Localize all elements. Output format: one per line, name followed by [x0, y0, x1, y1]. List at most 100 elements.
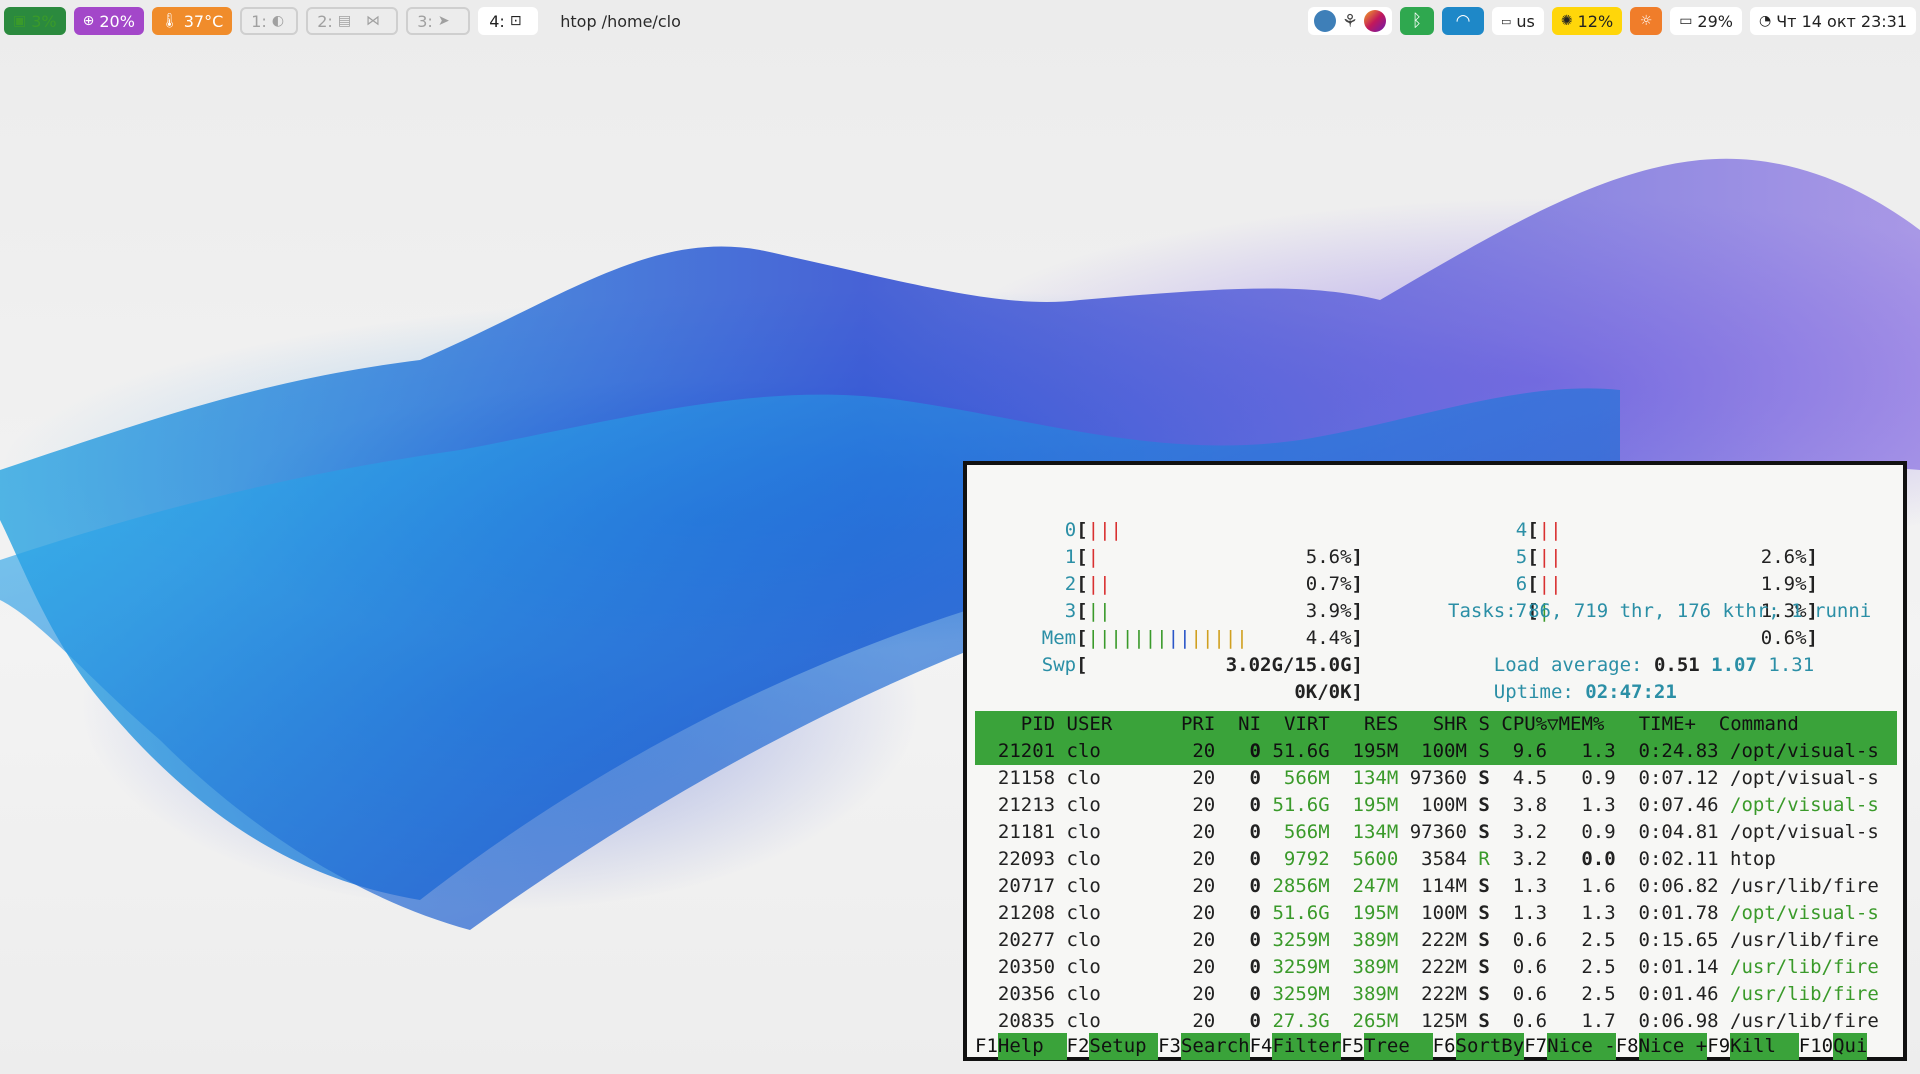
cell-virt: 566M: [1261, 767, 1330, 789]
fkey-label[interactable]: Setup: [1089, 1033, 1159, 1060]
cell-virt: 9792: [1261, 848, 1330, 870]
cpu-icon: ▣: [13, 13, 27, 29]
memory-meter: Mem[|||||||||||||| 3.02G/15.0G]: [1041, 627, 1363, 676]
header-cell: RES: [1341, 713, 1399, 735]
process-row[interactable]: 21208 clo 20 0 51.6G 195M 100M S 1.3 1.3…: [975, 900, 1897, 927]
header-cell: [1330, 713, 1341, 735]
workspace-2-button[interactable]: 2: ▤ ⋈: [306, 7, 399, 35]
cell-pid: 20356: [975, 983, 1056, 1005]
fkey-f2: F2: [1066, 1035, 1090, 1057]
cell-priority: 20: [1169, 740, 1216, 762]
fkey-f9: F9: [1707, 1035, 1731, 1057]
cpu-meter-1: 1[| 0.7%]: [1064, 546, 1363, 595]
cell-nice: 0: [1215, 848, 1261, 870]
keyboard-layout-widget[interactable]: ▭ us: [1492, 7, 1544, 35]
night-light-toggle[interactable]: ☼: [1630, 7, 1663, 35]
swap-meter: Swp[ 0K/0K]: [1041, 654, 1363, 703]
tray-firefox-icon[interactable]: [1364, 10, 1386, 32]
temperature-widget[interactable]: 🌡︎ 37°C: [151, 7, 233, 35]
cell-user: clo: [1055, 875, 1170, 897]
fkey-label[interactable]: Filter: [1272, 1033, 1342, 1060]
wifi-widget[interactable]: ◠: [1442, 7, 1484, 35]
cell-command: /usr/lib/fire: [1718, 1010, 1879, 1032]
clock-widget[interactable]: ◔ Чт 14 окт 23:31: [1749, 7, 1916, 35]
fkey-label[interactable]: Tree: [1364, 1033, 1433, 1060]
cell-virt: 566M: [1261, 821, 1330, 843]
cell-mem-percent: 0.9: [1547, 821, 1616, 843]
uptime-label: Uptime:: [1493, 681, 1574, 703]
fkey-f1: F1: [975, 1035, 998, 1057]
tray-app-icon[interactable]: [1313, 10, 1336, 32]
cell-command: /opt/visual-s: [1718, 767, 1879, 789]
cell-res: 195M: [1329, 902, 1399, 924]
cell-shr: 3584: [1398, 848, 1467, 870]
header-cell: USER: [1066, 713, 1170, 735]
fkey-label[interactable]: Qui: [1833, 1033, 1868, 1060]
battery-widget[interactable]: ▭ 29%: [1670, 7, 1742, 35]
brightness-value: 12%: [1577, 11, 1614, 31]
process-row[interactable]: 20350 clo 20 0 3259M 389M 222M S 0.6 2.5…: [975, 954, 1897, 981]
fkey-label[interactable]: Help: [997, 1033, 1067, 1060]
cell-command: htop: [1718, 848, 1776, 870]
cell-res: 134M: [1329, 767, 1399, 789]
cell-state: S: [1466, 740, 1490, 762]
vscode-icon: ⋈: [366, 13, 381, 29]
top-bar-left: ▣ 3% ⊕ 20% 🌡︎ 37°C 1: ◐ 2: ▤ ⋈ 3: ➤ 4: ⊡…: [4, 0, 681, 42]
cell-cpu-percent: 0.6: [1489, 983, 1548, 1005]
process-row[interactable]: 20717 clo 20 0 2856M 247M 114M S 1.3 1.6…: [975, 873, 1897, 900]
workspace-1-button[interactable]: 1: ◐: [240, 7, 299, 35]
temperature-value: 37°C: [183, 11, 224, 31]
cell-res: 389M: [1329, 929, 1399, 951]
process-row[interactable]: 21201 clo 20 0 51.6G 195M 100M S 9.6 1.3…: [975, 738, 1897, 765]
process-row[interactable]: 21158 clo 20 0 566M 134M 97360 S 4.5 0.9…: [975, 765, 1897, 792]
process-row[interactable]: 20277 clo 20 0 3259M 389M 222M S 0.6 2.5…: [975, 927, 1897, 954]
brightness-widget[interactable]: ✺ 12%: [1551, 7, 1623, 35]
fkey-label[interactable]: SortBy: [1455, 1033, 1525, 1060]
sun-icon: ☼: [1639, 13, 1653, 29]
workspace-1-label: 1:: [251, 11, 267, 31]
fkey-label[interactable]: Kill: [1730, 1033, 1799, 1060]
top-bar: ▣ 3% ⊕ 20% 🌡︎ 37°C 1: ◐ 2: ▤ ⋈ 3: ➤ 4: ⊡…: [0, 0, 1920, 42]
function-key-bar: F1 Help F2 Setup F3 Search F4 Filter F5 Tree F6…: [975, 1033, 1897, 1060]
load-15: 1.31: [1768, 654, 1815, 676]
fkey-label[interactable]: Nice +: [1638, 1033, 1708, 1060]
cell-res: 389M: [1329, 956, 1399, 978]
cell-time: 0:02.11: [1615, 848, 1719, 870]
workspace-4-button[interactable]: 4: ⊡: [478, 7, 539, 35]
cell-virt: 3259M: [1261, 929, 1330, 951]
uptime-value: 02:47:21: [1585, 681, 1677, 703]
load-5: 1.07: [1711, 654, 1757, 676]
cpu-widget[interactable]: ▣ 3%: [4, 7, 66, 35]
cell-time: 0:07.46: [1615, 794, 1719, 816]
tray-network-icon[interactable]: ⚘: [1342, 11, 1358, 32]
cell-priority: 20: [1169, 983, 1216, 1005]
cell-pid: 21181: [975, 821, 1056, 843]
fkey-label[interactable]: Search: [1180, 1033, 1250, 1060]
cell-priority: 20: [1169, 875, 1216, 897]
cell-time: 0:07.12: [1615, 767, 1719, 789]
cell-mem-percent: 0.9: [1547, 767, 1616, 789]
process-row[interactable]: 20356 clo 20 0 3259M 389M 222M S 0.6 2.5…: [975, 981, 1897, 1008]
cell-shr: 100M: [1398, 794, 1467, 816]
process-row[interactable]: 22093 clo 20 0 9792 5600 3584 R 3.2 0.0 …: [975, 846, 1897, 873]
header-cell: [1604, 713, 1638, 735]
memory-widget[interactable]: ⊕ 20%: [73, 7, 144, 35]
cell-cpu-percent: 0.6: [1489, 956, 1548, 978]
process-row[interactable]: 21181 clo 20 0 566M 134M 97360 S 3.2 0.9…: [975, 819, 1897, 846]
cell-res: 265M: [1329, 1010, 1399, 1032]
header-cell: [1261, 713, 1272, 735]
bluetooth-widget[interactable]: ᛒ: [1400, 7, 1434, 35]
fkey-label[interactable]: Nice -: [1547, 1033, 1616, 1060]
cell-cpu-percent: 0.6: [1489, 929, 1548, 951]
process-table-header[interactable]: PID USER PRI NI VIRT RES SHR S CPU%▽MEM%…: [975, 711, 1897, 738]
workspace-3-button[interactable]: 3: ➤: [406, 7, 471, 35]
cell-user: clo: [1055, 956, 1170, 978]
tasks-info: Tasks: 86, 719 thr, 176 kthr; 1 runni: [1448, 600, 1872, 622]
process-row[interactable]: 20835 clo 20 0 27.3G 265M 125M S 0.6 1.7…: [975, 1008, 1897, 1035]
terminal-window[interactable]: 0[||| 5.6%] 1[| 0.7%] 2[|| 3.9%] 3[|| 4.…: [963, 461, 1907, 1061]
cell-priority: 20: [1169, 848, 1216, 870]
process-row[interactable]: 21213 clo 20 0 51.6G 195M 100M S 3.8 1.3…: [975, 792, 1897, 819]
cell-user: clo: [1055, 767, 1170, 789]
cell-nice: 0: [1215, 767, 1261, 789]
cell-pid: 21208: [975, 902, 1056, 924]
